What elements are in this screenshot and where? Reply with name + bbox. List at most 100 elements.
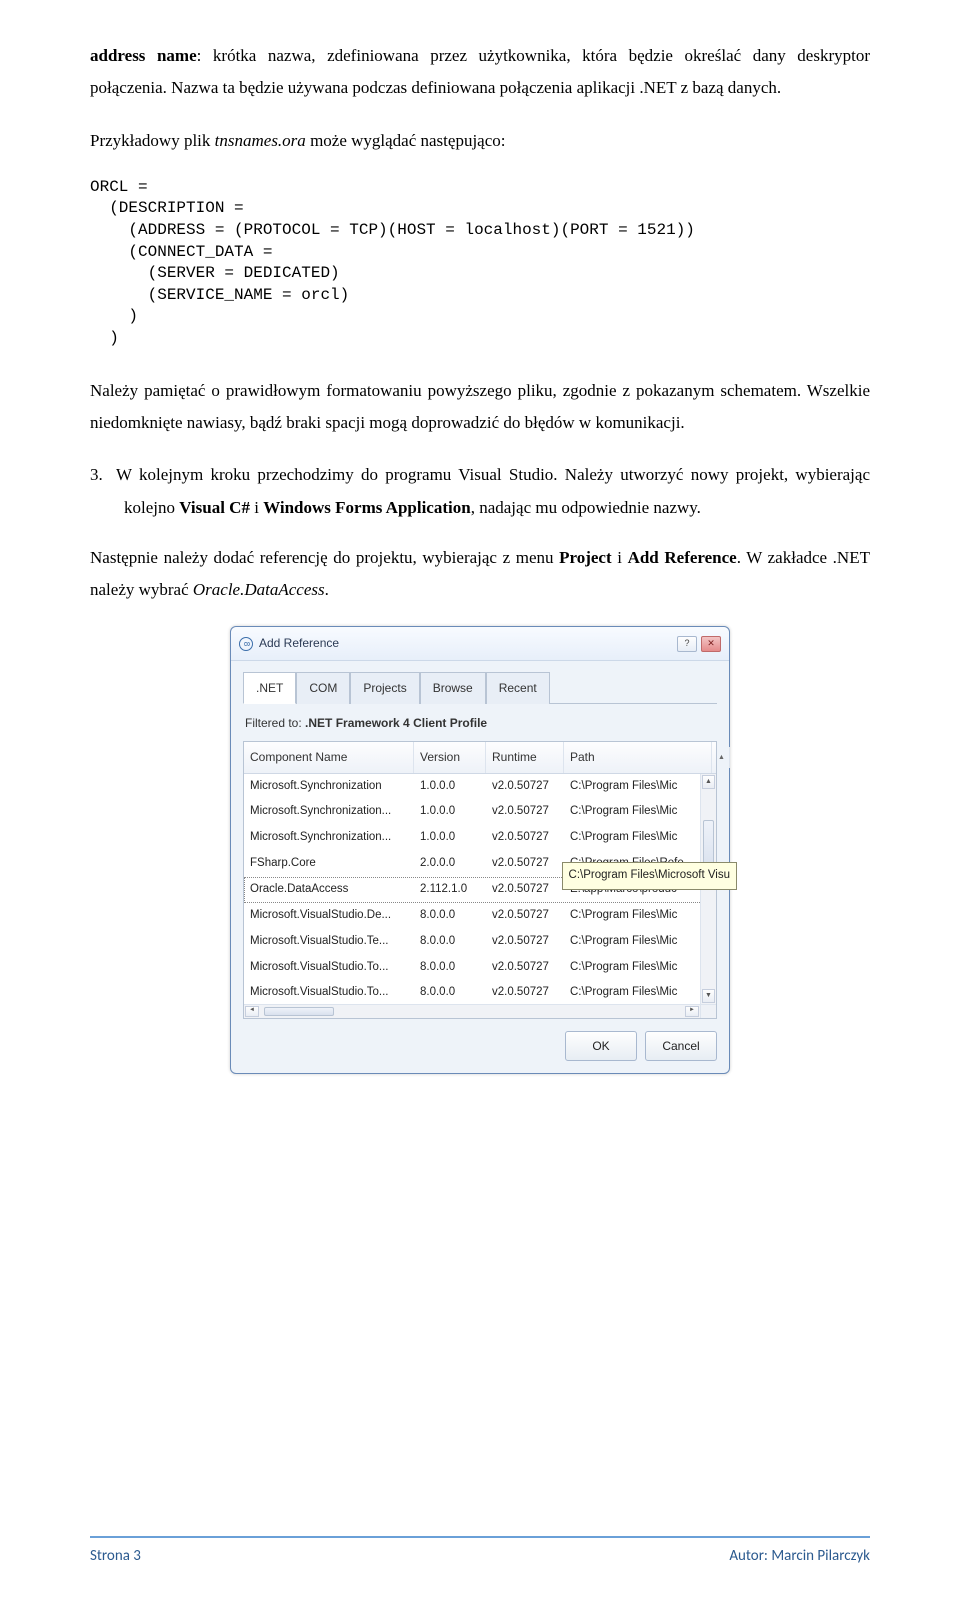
grid-body: Microsoft.Synchronization1.0.0.0v2.0.507… bbox=[244, 774, 716, 1018]
add-reference-dialog: 8 Add Reference ? ✕ .NET COM Projects Br… bbox=[230, 626, 730, 1074]
filter-value: .NET Framework 4 Client Profile bbox=[305, 716, 487, 730]
text: i bbox=[250, 498, 263, 517]
cell: 8.0.0.0 bbox=[414, 955, 486, 981]
cell: 1.0.0.0 bbox=[414, 825, 486, 851]
footer-page: Strona 3 bbox=[90, 1542, 141, 1571]
scroll-down-icon[interactable]: ▼ bbox=[702, 989, 715, 1003]
cell: C:\Program Files\Mic bbox=[564, 799, 712, 825]
term-add-reference: Add Reference bbox=[628, 548, 737, 567]
text: i bbox=[612, 548, 628, 567]
titlebar[interactable]: 8 Add Reference ? ✕ bbox=[231, 627, 729, 661]
scroll-left-icon[interactable]: ◄ bbox=[245, 1006, 259, 1017]
scroll-track-h[interactable] bbox=[260, 1005, 684, 1018]
cell: C:\Program Files\Mic bbox=[564, 955, 712, 981]
table-row[interactable]: Microsoft.Synchronization1.0.0.0v2.0.507… bbox=[244, 774, 716, 800]
scroll-right-icon[interactable]: ► bbox=[685, 1006, 699, 1017]
cell: 8.0.0.0 bbox=[414, 980, 486, 1003]
table-row[interactable]: Microsoft.VisualStudio.To...8.0.0.0v2.0.… bbox=[244, 955, 716, 981]
text: Przykładowy plik bbox=[90, 131, 215, 150]
table-row[interactable]: Microsoft.VisualStudio.Te...8.0.0.0v2.0.… bbox=[244, 929, 716, 955]
cell: FSharp.Core bbox=[244, 851, 414, 877]
table-row[interactable]: Microsoft.VisualStudio.De...8.0.0.0v2.0.… bbox=[244, 903, 716, 929]
filter-line: Filtered to: .NET Framework 4 Client Pro… bbox=[245, 712, 717, 735]
cell: Microsoft.Synchronization... bbox=[244, 825, 414, 851]
cell: 1.0.0.0 bbox=[414, 799, 486, 825]
tab-com[interactable]: COM bbox=[296, 672, 350, 704]
cell: Microsoft.VisualStudio.Te... bbox=[244, 929, 414, 955]
footer-author: Autor: Marcin Pilarczyk bbox=[729, 1542, 870, 1571]
filename-tnsnames: tnsnames.ora bbox=[215, 131, 306, 150]
term-oracle-dataaccess: Oracle.DataAccess bbox=[193, 580, 325, 599]
text: : krótka nazwa, zdefiniowana przez użytk… bbox=[90, 46, 870, 97]
horizontal-scrollbar[interactable]: ◄ ► bbox=[244, 1004, 716, 1018]
help-icon: ? bbox=[684, 635, 689, 652]
tab-browse[interactable]: Browse bbox=[420, 672, 486, 704]
col-version[interactable]: Version bbox=[414, 742, 486, 773]
col-component-name[interactable]: Component Name bbox=[244, 742, 414, 773]
sort-indicator[interactable]: ▲ bbox=[712, 747, 730, 768]
page-footer: Strona 3 Autor: Marcin Pilarczyk bbox=[90, 1536, 870, 1571]
term-visual-csharp: Visual C# bbox=[179, 498, 250, 517]
text: Następnie należy dodać referencję do pro… bbox=[90, 548, 559, 567]
text: . bbox=[325, 580, 329, 599]
cell: Microsoft.VisualStudio.De... bbox=[244, 903, 414, 929]
paragraph-add-reference: Następnie należy dodać referencję do pro… bbox=[90, 542, 870, 607]
paragraph-format-warning: Należy pamiętać o prawidłowym formatowan… bbox=[90, 375, 870, 440]
col-path[interactable]: Path bbox=[564, 742, 712, 773]
cell: C:\Program Files\Mic bbox=[564, 825, 712, 851]
table-row[interactable]: Microsoft.Synchronization...1.0.0.0v2.0.… bbox=[244, 825, 716, 851]
cell: Microsoft.Synchronization... bbox=[244, 799, 414, 825]
list-number: 3. bbox=[90, 459, 116, 491]
button-row: OK Cancel bbox=[243, 1031, 717, 1062]
paragraph-address-name: address name: krótka nazwa, zdefiniowana… bbox=[90, 40, 870, 105]
text: , nadając mu odpowiednie nazwy. bbox=[471, 498, 701, 517]
table-row[interactable]: Microsoft.VisualStudio.To...8.0.0.0v2.0.… bbox=[244, 980, 716, 1003]
cell: C:\Program Files\Mic bbox=[564, 903, 712, 929]
paragraph-tnsnames: Przykładowy plik tnsnames.ora może wyglą… bbox=[90, 125, 870, 157]
cell: v2.0.50727 bbox=[486, 903, 564, 929]
tab-projects[interactable]: Projects bbox=[350, 672, 419, 704]
term-winforms: Windows Forms Application bbox=[263, 498, 471, 517]
tab-recent[interactable]: Recent bbox=[486, 672, 550, 704]
cell: Microsoft.VisualStudio.To... bbox=[244, 955, 414, 981]
list-item-3: 3.W kolejnym kroku przechodzimy do progr… bbox=[90, 459, 870, 524]
cell: Microsoft.VisualStudio.To... bbox=[244, 980, 414, 1003]
code-block-tnsnames: ORCL = (DESCRIPTION = (ADDRESS = (PROTOC… bbox=[90, 177, 870, 350]
cell: 1.0.0.0 bbox=[414, 774, 486, 800]
cell: v2.0.50727 bbox=[486, 799, 564, 825]
text: może wyglądać następująco: bbox=[306, 131, 506, 150]
close-button[interactable]: ✕ bbox=[701, 636, 721, 652]
term-address-name: address name bbox=[90, 46, 197, 65]
cell: v2.0.50727 bbox=[486, 955, 564, 981]
cell: C:\Program Files\Mic bbox=[564, 929, 712, 955]
cell: v2.0.50727 bbox=[486, 877, 564, 903]
grid-header: Component Name Version Runtime Path ▲ bbox=[244, 742, 716, 774]
cell: 8.0.0.0 bbox=[414, 903, 486, 929]
cell: 2.112.1.0 bbox=[414, 877, 486, 903]
cell: C:\Program Files\Mic bbox=[564, 980, 712, 1003]
scroll-up-icon[interactable]: ▲ bbox=[702, 775, 715, 789]
ok-button[interactable]: OK bbox=[565, 1031, 637, 1062]
cell: v2.0.50727 bbox=[486, 774, 564, 800]
tab-strip: .NET COM Projects Browse Recent bbox=[243, 671, 717, 704]
close-icon: ✕ bbox=[707, 635, 715, 652]
table-row[interactable]: Microsoft.Synchronization...1.0.0.0v2.0.… bbox=[244, 799, 716, 825]
cell: Microsoft.Synchronization bbox=[244, 774, 414, 800]
term-project: Project bbox=[559, 548, 612, 567]
dialog-title: Add Reference bbox=[259, 632, 673, 655]
cancel-button[interactable]: Cancel bbox=[645, 1031, 717, 1062]
filter-label: Filtered to: bbox=[245, 716, 305, 730]
col-runtime[interactable]: Runtime bbox=[486, 742, 564, 773]
cell: Oracle.DataAccess bbox=[244, 877, 414, 903]
scroll-corner bbox=[700, 1005, 716, 1018]
infinity-icon: 8 bbox=[239, 637, 253, 651]
cell: v2.0.50727 bbox=[486, 851, 564, 877]
scroll-thumb-h[interactable] bbox=[264, 1007, 334, 1016]
cell: v2.0.50727 bbox=[486, 825, 564, 851]
cell: 8.0.0.0 bbox=[414, 929, 486, 955]
cell: v2.0.50727 bbox=[486, 929, 564, 955]
path-tooltip: C:\Program Files\Microsoft Visu bbox=[562, 862, 737, 890]
cell: v2.0.50727 bbox=[486, 980, 564, 1003]
tab-net[interactable]: .NET bbox=[243, 672, 296, 704]
help-button[interactable]: ? bbox=[677, 636, 697, 652]
